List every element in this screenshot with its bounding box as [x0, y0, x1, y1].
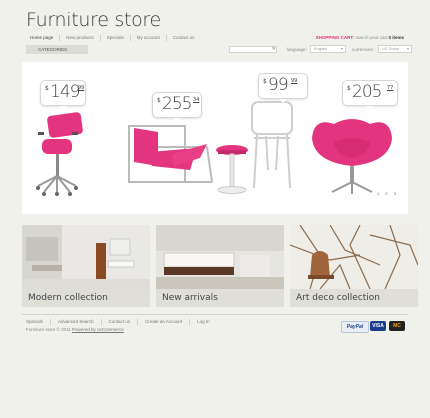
- nav-new-products[interactable]: New products: [59, 35, 100, 41]
- chevron-down-icon: ▾: [406, 46, 409, 51]
- nav-specials[interactable]: Specials: [99, 35, 130, 41]
- currency-value: US Dollar: [382, 46, 400, 51]
- slide-2[interactable]: 2: [385, 191, 387, 196]
- footer-create-account-link[interactable]: Create an Account: [137, 319, 189, 325]
- cart-text: now in your cart: [355, 35, 388, 40]
- hero-banner[interactable]: $ 149 99 $ 255 34 $ 99 99 $ 205 77 1 2 3: [22, 62, 408, 214]
- copyright: Furniture store © 2011 Powered by osComm…: [26, 327, 124, 332]
- currencies-label: currencies:: [352, 47, 375, 52]
- nav-my-account[interactable]: My account: [129, 35, 166, 41]
- price-tag[interactable]: $ 99 99: [258, 73, 308, 103]
- language-label: language:: [287, 47, 307, 52]
- new-arrivals-image: [156, 225, 284, 289]
- collection-card-modern[interactable]: Modern collection: [22, 225, 150, 307]
- wassily-chair-image: [128, 125, 213, 183]
- footer-advanced-search-link[interactable]: Advanced Search: [50, 319, 101, 325]
- price-currency: $: [45, 85, 49, 92]
- collection-title[interactable]: New arrivals: [156, 289, 284, 307]
- footer-nav: Specials Advanced Search Contact us Crea…: [26, 319, 217, 325]
- price-tag[interactable]: $ 255 34: [152, 92, 202, 122]
- price-tag[interactable]: $ 149 99: [40, 80, 86, 110]
- powered-by-link[interactable]: Powered by osCommerce: [72, 327, 124, 332]
- price-cents: 99: [78, 85, 85, 91]
- paypal-logo: PayPal: [341, 321, 369, 333]
- collection-card-art-deco[interactable]: Art deco collection: [290, 225, 418, 307]
- modern-collection-image: [22, 225, 150, 289]
- copyright-text: Furniture store © 2011: [26, 327, 71, 332]
- cart-title[interactable]: SHOPPING CART:: [316, 35, 355, 40]
- price-whole: 149: [50, 82, 80, 102]
- language-select[interactable]: English ▾: [310, 45, 346, 53]
- collection-title[interactable]: Modern collection: [22, 289, 150, 307]
- footer-divider: [22, 314, 408, 315]
- price-currency: $: [157, 97, 161, 104]
- cart-count[interactable]: 0 items: [388, 35, 404, 40]
- footer-specials-link[interactable]: Specials: [26, 319, 50, 325]
- art-deco-image: [290, 225, 418, 289]
- slide-1[interactable]: 1: [377, 191, 379, 196]
- store-logo[interactable]: Furniture store: [26, 9, 161, 31]
- mastercard-logo: MC: [389, 321, 405, 331]
- slider-pagination: 1 2 3: [372, 191, 396, 196]
- price-whole: 205: [352, 82, 382, 102]
- currency-select[interactable]: US Dollar ▾: [378, 45, 412, 53]
- shopping-cart[interactable]: SHOPPING CART: now in your cart 0 items: [316, 35, 404, 40]
- visa-logo: VISA: [370, 321, 386, 331]
- price-whole: 99: [268, 75, 289, 95]
- office-chair-image: [36, 112, 83, 196]
- nav-home[interactable]: Home page: [26, 35, 59, 41]
- top-nav: Home page New products Specials My accou…: [26, 35, 200, 41]
- chevron-down-icon: ▾: [340, 46, 343, 51]
- categories-button[interactable]: CATEGORIES: [26, 45, 88, 54]
- search-button[interactable]: »: [272, 46, 275, 53]
- price-whole: 255: [162, 94, 192, 114]
- egg-chair-image: [312, 119, 392, 194]
- white-chair-image: [251, 101, 293, 189]
- footer-login-link[interactable]: Log In: [189, 319, 217, 325]
- search-input[interactable]: [229, 46, 277, 53]
- stool-image: [216, 145, 248, 194]
- price-tag[interactable]: $ 205 77: [342, 80, 398, 110]
- price-cents: 77: [387, 85, 394, 91]
- slide-3[interactable]: 3: [394, 191, 396, 196]
- price-currency: $: [263, 78, 267, 85]
- price-cents: 34: [193, 97, 200, 103]
- collection-title[interactable]: Art deco collection: [290, 289, 418, 307]
- collection-card-new-arrivals[interactable]: New arrivals: [156, 225, 284, 307]
- price-cents: 99: [291, 78, 298, 84]
- price-currency: $: [347, 85, 351, 92]
- language-value: English: [314, 46, 328, 51]
- nav-contact-us[interactable]: Contact us: [165, 35, 201, 41]
- footer-contact-link[interactable]: Contact us: [100, 319, 138, 325]
